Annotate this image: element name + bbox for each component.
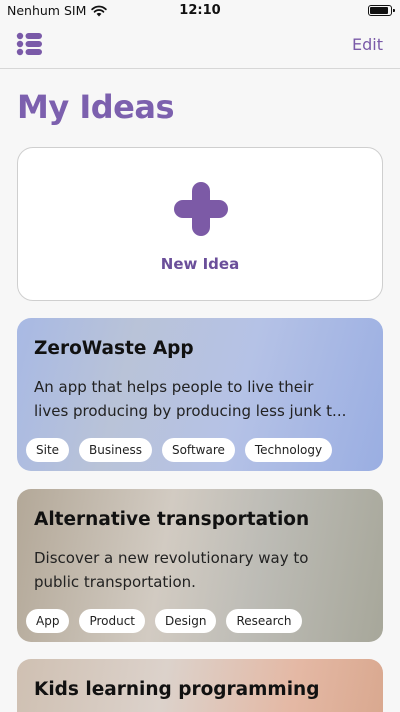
idea-title: Alternative transportation xyxy=(34,509,310,530)
navigation-bar: Edit xyxy=(0,22,400,69)
status-bar: Nenhum SIM 12:10 xyxy=(0,0,400,22)
tag-chip[interactable]: Business xyxy=(79,438,152,462)
tag-chip[interactable]: Software xyxy=(161,438,235,462)
status-time: 12:10 xyxy=(179,3,221,18)
idea-card[interactable]: ZeroWaste App An app that helps people t… xyxy=(17,318,383,471)
tag-chip[interactable]: App xyxy=(26,609,70,633)
tag-list: App Product Design Research xyxy=(26,609,302,633)
idea-title: ZeroWaste App xyxy=(34,338,194,359)
idea-description: Discover a new revolutionary way to publ… xyxy=(34,546,372,594)
tag-chip[interactable]: Research xyxy=(226,609,302,633)
idea-description-line: Discover a new revolutionary way to xyxy=(34,549,309,567)
idea-description: An app that helps people to live their l… xyxy=(34,375,372,423)
list-icon[interactable] xyxy=(16,31,44,57)
idea-card[interactable]: Alternative transportation Discover a ne… xyxy=(17,489,383,642)
idea-description-line: lives producing by producing less junk t… xyxy=(34,402,347,420)
battery-icon xyxy=(368,5,395,16)
tag-list: Site Business Software Technology xyxy=(26,438,333,462)
tag-chip[interactable]: Design xyxy=(155,609,217,633)
tag-chip[interactable]: Product xyxy=(79,609,146,633)
new-idea-label: New Idea xyxy=(160,255,240,273)
tag-chip[interactable]: Technology xyxy=(244,438,333,462)
page-title: My Ideas xyxy=(17,88,175,126)
plus-icon xyxy=(174,182,228,236)
new-idea-card[interactable]: New Idea xyxy=(17,147,383,301)
tag-chip[interactable]: Site xyxy=(26,438,70,462)
edit-button[interactable]: Edit xyxy=(352,35,383,54)
idea-card[interactable]: Kids learning programming xyxy=(17,659,383,712)
idea-description-line: An app that helps people to live their xyxy=(34,378,314,396)
idea-description-line: public transportation. xyxy=(34,573,196,591)
idea-title: Kids learning programming xyxy=(34,679,320,700)
